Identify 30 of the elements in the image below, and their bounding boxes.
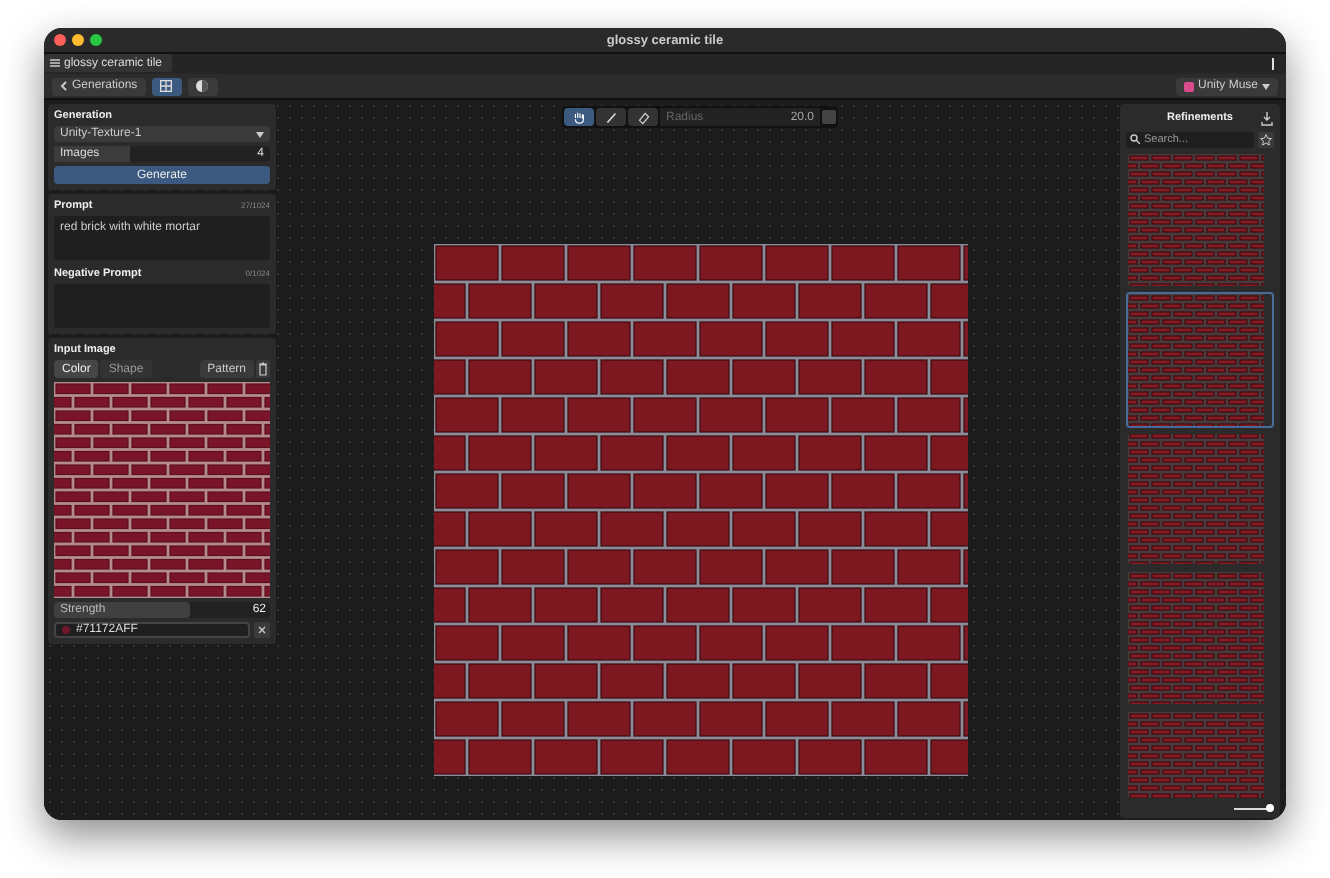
texture-thumbnail — [1128, 293, 1264, 426]
eraser-tool-button[interactable] — [628, 108, 658, 126]
brush-icon — [603, 109, 619, 125]
texture-thumbnail — [1128, 572, 1264, 705]
grid-icon — [158, 78, 175, 94]
thumbnail-size-slider[interactable] — [1234, 804, 1274, 813]
sphere-view-button[interactable] — [187, 77, 218, 95]
star-icon[interactable] — [1258, 131, 1274, 148]
caret-icon — [1262, 83, 1270, 89]
trash-icon[interactable] — [256, 360, 270, 378]
close-button[interactable] — [54, 34, 66, 46]
texture-icon — [50, 58, 60, 68]
sphere-icon — [194, 78, 211, 94]
clear-icon[interactable] — [254, 622, 270, 638]
minimize-button[interactable] — [72, 34, 84, 46]
texture-thumbnail — [1128, 712, 1264, 799]
caret-icon — [256, 131, 264, 137]
muse-logo-icon — [1183, 81, 1194, 91]
texture-thumbnail — [1128, 433, 1264, 565]
refinement-thumbnail[interactable] — [1126, 291, 1274, 428]
more-icon[interactable] — [1270, 58, 1276, 70]
brush-tool-button[interactable] — [596, 108, 626, 126]
zoom-button[interactable] — [90, 34, 102, 46]
hand-tool-button[interactable] — [564, 108, 594, 126]
texture-thumbnail — [1128, 153, 1264, 286]
download-icon[interactable] — [1260, 111, 1274, 126]
eraser-icon — [635, 109, 651, 125]
grid-view-button[interactable] — [151, 77, 182, 95]
hand-icon — [571, 109, 587, 125]
chevron-left-icon — [60, 80, 68, 92]
